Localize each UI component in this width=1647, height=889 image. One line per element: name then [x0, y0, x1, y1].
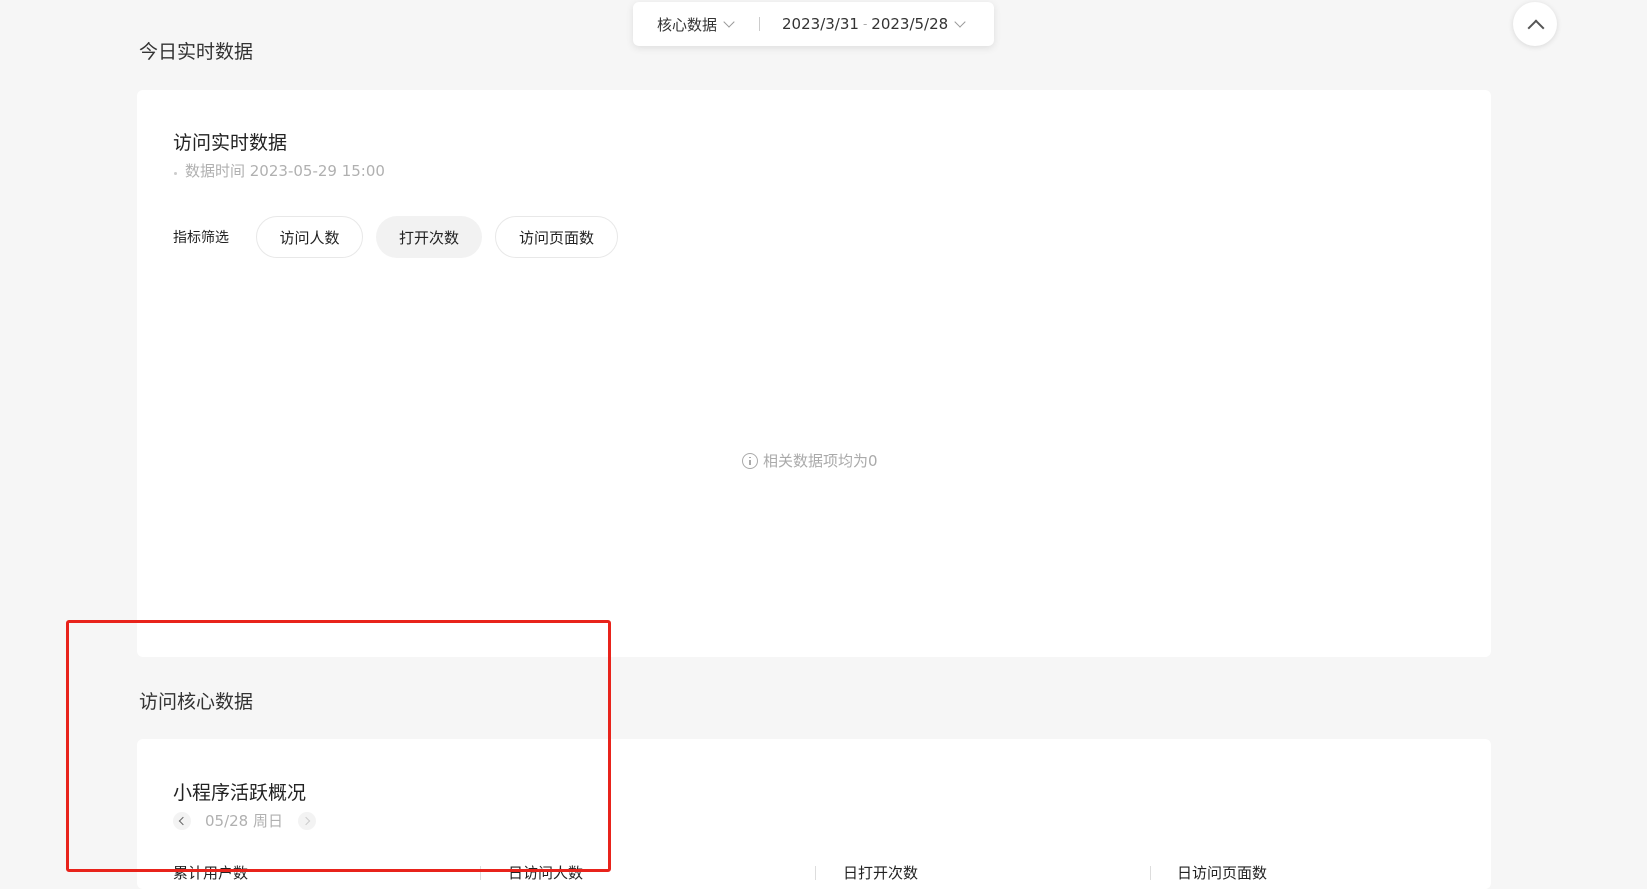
category-dropdown[interactable]: 核心数据: [657, 14, 735, 35]
metric-daily-opens: 日打开次数: [843, 864, 919, 882]
filter-label: 指标筛选: [173, 230, 229, 246]
filter-pageviews[interactable]: 访问页面数: [495, 216, 618, 258]
filter-visitors[interactable]: 访问人数: [256, 216, 363, 258]
chevron-up-icon: [1527, 19, 1545, 37]
date-separator: -: [862, 17, 868, 31]
filter-opens[interactable]: 打开次数: [376, 216, 482, 258]
date-end: 2023/5/28: [871, 15, 949, 33]
category-label: 核心数据: [657, 15, 718, 34]
chevron-down-icon: [954, 16, 966, 28]
realtime-card-title: 访问实时数据: [173, 132, 288, 154]
scroll-top-button[interactable]: [1513, 2, 1557, 46]
empty-state: 相关数据项均为0: [742, 450, 878, 471]
section-title-realtime: 今日实时数据: [139, 41, 254, 63]
divider: [1150, 866, 1151, 880]
highlight-box: [66, 620, 611, 872]
date-range-picker[interactable]: 2023/3/31 - 2023/5/28: [782, 15, 966, 33]
bullet-dot: [174, 172, 177, 175]
date-start: 2023/3/31: [782, 15, 859, 33]
divider: [759, 17, 761, 31]
data-time: 数据时间 2023-05-29 15:00: [185, 162, 385, 180]
top-filter-bar: 核心数据 2023/3/31 - 2023/5/28: [633, 2, 994, 46]
chevron-down-icon: [723, 16, 735, 28]
empty-message: 相关数据项均为0: [763, 452, 878, 470]
divider: [815, 866, 816, 880]
metric-daily-pageviews: 日访问页面数: [1177, 864, 1268, 882]
info-icon: [742, 452, 758, 469]
